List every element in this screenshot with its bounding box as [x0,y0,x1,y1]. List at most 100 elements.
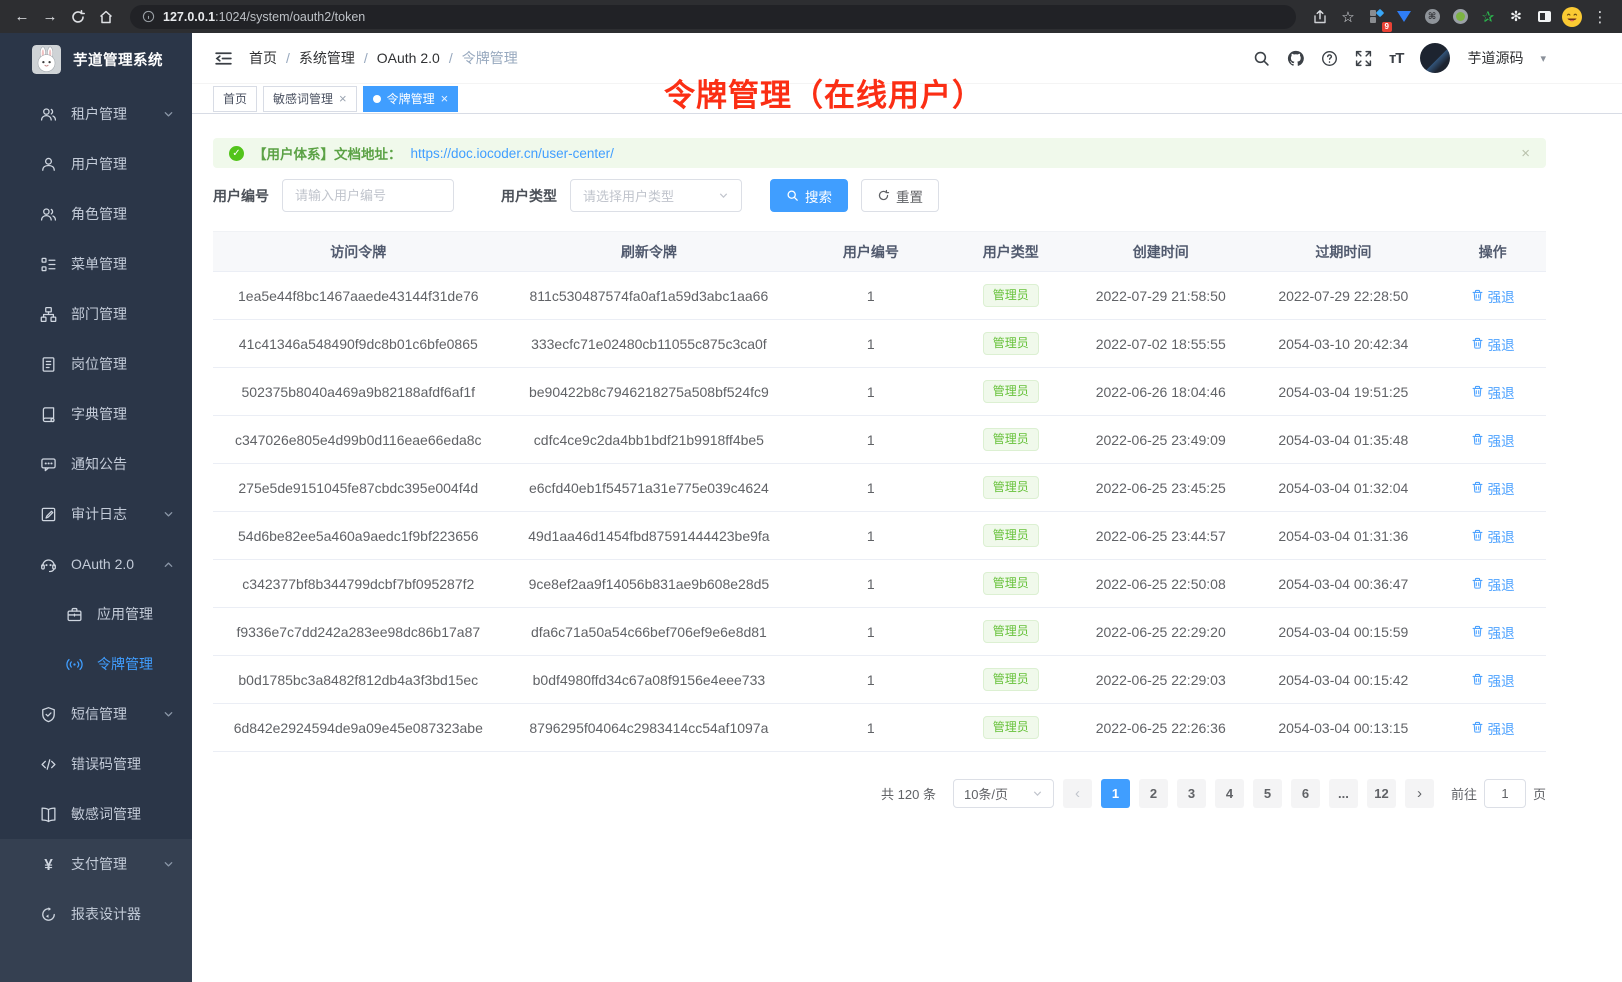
column-header: 操作 [1439,232,1546,272]
breadcrumb-item[interactable]: 首页 [249,48,277,68]
sidebar-item-label: 字典管理 [71,404,127,424]
user-id-input[interactable] [295,188,441,203]
profile-avatar-icon[interactable] [1560,5,1584,29]
browser-home-button[interactable] [94,5,118,29]
user-type-badge: 管理员 [983,332,1039,354]
force-logout-button[interactable]: 强退 [1471,718,1515,738]
force-logout-button[interactable]: 强退 [1471,334,1515,354]
created-time-cell: 2022-06-25 23:44:57 [1074,512,1247,560]
extension-flower-icon[interactable]: ✻ [1504,5,1528,29]
force-logout-button[interactable]: 强退 [1471,478,1515,498]
column-header: 创建时间 [1074,232,1247,272]
extension-command-icon[interactable]: ⌘ [1420,5,1444,29]
prev-page-button[interactable]: ‹ [1063,779,1092,808]
user-id-field[interactable] [282,179,454,212]
user-name[interactable]: 芋道源码 [1467,48,1523,68]
sidebar-item-role[interactable]: 角色管理 [0,189,192,239]
font-size-icon[interactable]: тT [1389,50,1404,67]
goto-page-input[interactable]: 1 [1484,779,1526,808]
alert-doc-link[interactable]: https://doc.iocoder.cn/user-center/ [411,146,614,161]
tab-home[interactable]: 首页 [213,86,257,112]
page-ellipsis[interactable]: ... [1329,779,1358,808]
sidebar-item-dept[interactable]: 部门管理 [0,289,192,339]
sidebar-item-errcode[interactable]: 错误码管理 [0,739,192,789]
share-icon[interactable] [1308,5,1332,29]
user-type-badge: 管理员 [983,380,1039,402]
page-button-1[interactable]: 1 [1101,779,1130,808]
bookmark-star-icon[interactable]: ☆ [1336,5,1360,29]
tab-token[interactable]: 令牌管理× [363,86,459,112]
force-logout-button[interactable]: 强退 [1471,430,1515,450]
force-logout-button[interactable]: 强退 [1471,622,1515,642]
reset-button[interactable]: 重置 [861,179,939,212]
sidebar-item-oauth2[interactable]: OAuth 2.0 [0,539,192,589]
alert-close-icon[interactable]: × [1521,145,1530,162]
user-type-select[interactable]: 请选择用户类型 [570,179,742,212]
sidebar-item-oauth2-app[interactable]: 应用管理 [0,589,192,639]
force-logout-button[interactable]: 强退 [1471,670,1515,690]
breadcrumb-separator: / [286,50,290,66]
extension-blocks-icon[interactable]: 9 [1364,5,1388,29]
page-button-12[interactable]: 12 [1367,779,1396,808]
browser-back-button[interactable]: ← [10,5,34,29]
sidebar-item-sensitive[interactable]: 敏感词管理 [0,789,192,839]
chevron-down-icon[interactable]: ▾ [1540,52,1546,65]
search-button[interactable]: 搜索 [770,179,848,212]
close-icon[interactable]: × [339,92,347,105]
action-cell: 强退 [1439,608,1546,656]
force-logout-button[interactable]: 强退 [1471,382,1515,402]
next-page-button[interactable]: › [1405,779,1434,808]
extension-record-icon[interactable] [1448,5,1472,29]
side-panel-icon[interactable] [1532,5,1556,29]
sidebar-item-sms[interactable]: 短信管理 [0,689,192,739]
chevron-down-icon [1032,788,1043,799]
browser-reload-button[interactable] [66,5,90,29]
extension-star-icon[interactable]: ✰ [1476,5,1500,29]
sidebar-menu: 租户管理用户管理角色管理菜单管理部门管理岗位管理字典管理通知公告审计日志 OAut… [0,85,192,839]
breadcrumb-item[interactable]: 系统管理 [299,48,355,68]
sidebar-item-label: OAuth 2.0 [71,556,134,572]
page-button-3[interactable]: 3 [1177,779,1206,808]
site-info-icon[interactable] [142,10,155,23]
sidebar-item-label: 用户管理 [71,154,127,174]
user-avatar[interactable] [1420,43,1450,73]
table-row: 54d6be82ee5a460a9aedc1f9bf22365649d1aa46… [213,512,1546,560]
page-size-select[interactable]: 10条/页 [953,779,1054,808]
help-icon[interactable] [1321,50,1338,67]
browser-forward-button[interactable]: → [38,5,62,29]
sidebar-item-audit-log[interactable]: 审计日志 [0,489,192,539]
trash-icon [1471,673,1484,686]
address-bar[interactable]: 127.0.0.1:1024/system/oauth2/token [130,5,1296,29]
refresh-token-cell: 49d1aa46d1454fbd87591444423be9fa [504,512,795,560]
tab-sensitive[interactable]: 敏感词管理× [263,86,357,112]
force-logout-button[interactable]: 强退 [1471,286,1515,306]
sidebar-item-oauth2-token[interactable]: 令牌管理 [0,639,192,689]
app-logo-row[interactable]: 芋道管理系统 [0,33,192,85]
force-logout-button[interactable]: 强退 [1471,526,1515,546]
search-icon[interactable] [1253,50,1270,67]
fullscreen-icon[interactable] [1355,50,1372,67]
sidebar-item-pay[interactable]: ¥支付管理 [0,839,192,889]
sidebar-item-tenant[interactable]: 租户管理 [0,89,192,139]
page-button-6[interactable]: 6 [1291,779,1320,808]
close-icon[interactable]: × [441,92,449,105]
github-icon[interactable] [1287,50,1304,67]
page-button-2[interactable]: 2 [1139,779,1168,808]
sidebar-item-user[interactable]: 用户管理 [0,139,192,189]
user-type-badge: 管理员 [983,284,1039,306]
expire-time-cell: 2054-03-04 00:15:59 [1247,608,1439,656]
sidebar-item-report[interactable]: 报表设计器 [0,889,192,939]
browser-menu-icon[interactable]: ⋮ [1588,5,1612,29]
user-id-cell: 1 [794,368,947,416]
sidebar-item-label: 敏感词管理 [71,804,141,824]
force-logout-button[interactable]: 强退 [1471,574,1515,594]
sidebar-item-post[interactable]: 岗位管理 [0,339,192,389]
page-button-5[interactable]: 5 [1253,779,1282,808]
sidebar-item-notice[interactable]: 通知公告 [0,439,192,489]
extension-gem-icon[interactable] [1392,5,1416,29]
page-button-4[interactable]: 4 [1215,779,1244,808]
breadcrumb-item[interactable]: OAuth 2.0 [377,50,440,66]
sidebar-collapse-icon[interactable] [214,49,233,68]
sidebar-item-dict[interactable]: 字典管理 [0,389,192,439]
sidebar-item-menu[interactable]: 菜单管理 [0,239,192,289]
